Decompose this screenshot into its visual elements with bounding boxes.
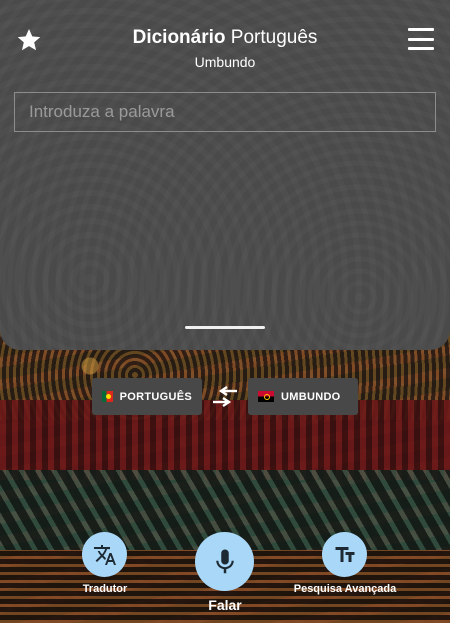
translate-icon [93, 544, 116, 565]
speak-button[interactable] [195, 532, 254, 591]
source-language-label: PORTUGUÊS [119, 390, 192, 403]
swap-arrows-icon [213, 386, 237, 407]
speak-label: Falar [208, 597, 242, 613]
target-language-button[interactable]: UMBUNDO [248, 378, 358, 415]
portugal-flag-icon [102, 391, 113, 402]
swap-languages-button[interactable] [211, 386, 239, 408]
page-subtitle: Umbundo [194, 54, 256, 70]
search-input[interactable] [14, 92, 436, 132]
angola-flag-icon [258, 391, 274, 402]
advanced-search-label: Pesquisa Avançada [293, 583, 397, 595]
advanced-search-button[interactable] [322, 532, 367, 577]
menu-button[interactable] [408, 28, 434, 50]
translator-button[interactable] [82, 532, 127, 577]
title-rest: Português [225, 27, 318, 48]
page-title: Dicionário Português [0, 27, 450, 49]
search-panel: Dicionário Português Umbundo [0, 0, 450, 350]
hamburger-menu-icon [408, 28, 434, 31]
source-language-button[interactable]: PORTUGUÊS [92, 378, 202, 415]
title-bold: Dicionário [132, 27, 226, 48]
target-language-label: UMBUNDO [281, 390, 341, 403]
translator-label: Tradutor [82, 583, 128, 595]
text-size-icon [335, 546, 354, 562]
panel-drag-handle[interactable] [185, 326, 265, 329]
microphone-icon [215, 549, 234, 573]
background-pattern-red [0, 400, 450, 480]
